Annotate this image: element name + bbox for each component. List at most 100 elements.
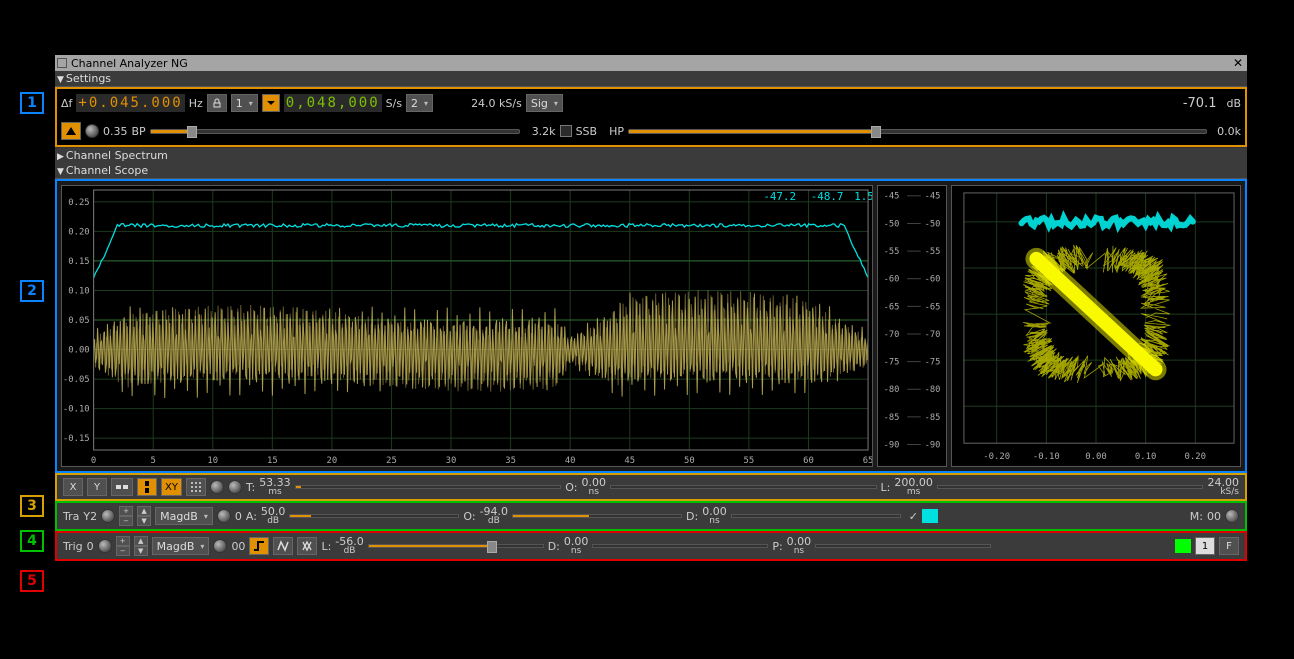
section-marker-2: 2 <box>20 280 44 302</box>
D5-value: 0.00ns <box>564 536 589 556</box>
trig-knob2[interactable] <box>213 539 227 553</box>
apply-button[interactable] <box>262 94 280 112</box>
T-label: T: <box>246 481 255 494</box>
step-select[interactable]: 1 <box>231 94 258 112</box>
edge-rise-icon[interactable] <box>249 537 269 555</box>
L-slider[interactable] <box>937 481 1204 493</box>
tra-knob2[interactable] <box>217 509 231 523</box>
bp-value: 0.35 <box>103 125 128 138</box>
settings-header[interactable]: Settings <box>55 71 1247 87</box>
trig-label: Trig <box>63 540 83 553</box>
edge-fall-icon[interactable] <box>297 537 317 555</box>
svg-text:-0.10: -0.10 <box>1033 452 1060 462</box>
bp-knob[interactable] <box>85 124 99 138</box>
tra-mode-select[interactable]: MagdB <box>155 507 213 525</box>
svg-text:0.00: 0.00 <box>68 346 89 356</box>
close-button[interactable]: ✕ <box>1231 56 1245 70</box>
vert-toggle[interactable] <box>137 478 157 496</box>
tra-updown[interactable]: ▲▼ <box>137 506 151 526</box>
svg-text:-70: -70 <box>925 330 941 340</box>
section-marker-5: 5 <box>20 570 44 592</box>
svg-text:-85: -85 <box>884 413 900 423</box>
grid3-icon[interactable] <box>186 478 206 496</box>
power-readout: -70.1 <box>1183 96 1217 111</box>
triangle-down-icon <box>57 164 64 177</box>
trig-value: 0 <box>87 540 94 553</box>
P5-label: P: <box>772 540 782 553</box>
edge-both-icon[interactable] <box>273 537 293 555</box>
svg-text:0.10: 0.10 <box>68 286 89 296</box>
trig-knob[interactable] <box>98 539 112 553</box>
ssb-label: SSB <box>576 125 598 138</box>
scope-header[interactable]: Channel Scope <box>55 163 1247 179</box>
svg-text:-70: -70 <box>884 330 900 340</box>
D5-label: D: <box>548 540 560 553</box>
knob-g2[interactable] <box>228 480 242 494</box>
titlebar[interactable]: Channel Analyzer NG ✕ <box>55 55 1247 71</box>
L5-slider[interactable] <box>368 540 544 552</box>
svg-text:0.20: 0.20 <box>1185 452 1207 462</box>
O-slider[interactable] <box>610 481 877 493</box>
D4-slider[interactable] <box>731 510 901 522</box>
ssb-checkbox[interactable] <box>560 125 572 137</box>
svg-text:15: 15 <box>267 456 278 466</box>
svg-text:0: 0 <box>91 456 96 466</box>
section-marker-4: 4 <box>20 530 44 552</box>
freerun-button[interactable]: F <box>1219 537 1239 555</box>
time-plot[interactable]: 0.250.200.150.100.050.00-0.05-0.10-0.150… <box>61 185 873 467</box>
T-slider[interactable] <box>295 481 562 493</box>
spectrum-header-label: Channel Spectrum <box>66 149 168 162</box>
bw-readout: 3.2k <box>532 125 556 138</box>
window-title: Channel Analyzer NG <box>71 57 188 70</box>
D5-slider[interactable] <box>592 540 768 552</box>
triangle-button[interactable] <box>61 122 81 140</box>
M-knob[interactable] <box>1225 509 1239 523</box>
A-label: A: <box>246 510 257 523</box>
deltaf-label: Δf <box>61 97 72 110</box>
svg-text:-65: -65 <box>925 302 941 312</box>
P5-slider[interactable] <box>815 540 991 552</box>
trig-mode-select[interactable]: MagdB <box>152 537 210 555</box>
triangle-right-icon <box>57 149 64 162</box>
decim-select[interactable]: 2 <box>406 94 433 112</box>
knob-g1[interactable] <box>210 480 224 494</box>
xy-plot[interactable]: -0.20-0.100.000.100.20 <box>951 185 1241 467</box>
bp-slider[interactable] <box>150 129 520 134</box>
trace-color-swatch[interactable] <box>922 509 938 523</box>
svg-text:-60: -60 <box>884 275 900 285</box>
freq-input[interactable]: +0.045.000 <box>76 94 184 112</box>
svg-text:0.25: 0.25 <box>68 198 89 208</box>
tra-knob[interactable] <box>101 509 115 523</box>
section-marker-1: 1 <box>20 92 44 114</box>
svg-text:25: 25 <box>386 456 397 466</box>
svg-text:35: 35 <box>505 456 516 466</box>
sysmenu-icon[interactable] <box>57 58 67 68</box>
hp-end: 0.0k <box>1217 125 1241 138</box>
tra-plusminus[interactable]: +− <box>119 506 133 526</box>
samplerate-input[interactable]: 0,048,000 <box>284 94 382 112</box>
svg-text:-55: -55 <box>884 247 900 257</box>
svg-text:-45: -45 <box>925 192 941 202</box>
effective-rate: 24.0 kS/s <box>471 97 522 110</box>
scope-header-label: Channel Scope <box>66 164 148 177</box>
svg-text:-0.20: -0.20 <box>983 452 1010 462</box>
svg-text:-50: -50 <box>925 219 941 229</box>
trig-one-button[interactable]: 1 <box>1195 537 1215 555</box>
hp-slider[interactable] <box>628 129 1207 134</box>
x-button[interactable]: X <box>63 478 83 496</box>
A-slider[interactable] <box>289 510 459 522</box>
trig-plusminus[interactable]: +− <box>116 536 130 556</box>
source-select[interactable]: Sig <box>526 94 563 112</box>
horiz-toggle[interactable] <box>111 478 133 496</box>
tra-zero: 0 <box>235 510 242 523</box>
view-check[interactable]: ✓ <box>909 510 918 523</box>
O4-slider[interactable] <box>512 510 682 522</box>
xy-mode-button[interactable]: XY <box>161 478 182 496</box>
trig-color-swatch[interactable] <box>1175 539 1191 553</box>
svg-text:0.05: 0.05 <box>68 316 89 326</box>
y-button[interactable]: Y <box>87 478 107 496</box>
trig-updown[interactable]: ▲▼ <box>134 536 148 556</box>
svg-text:45: 45 <box>624 456 635 466</box>
lock-button[interactable] <box>207 94 227 112</box>
spectrum-header[interactable]: Channel Spectrum <box>55 147 1247 163</box>
